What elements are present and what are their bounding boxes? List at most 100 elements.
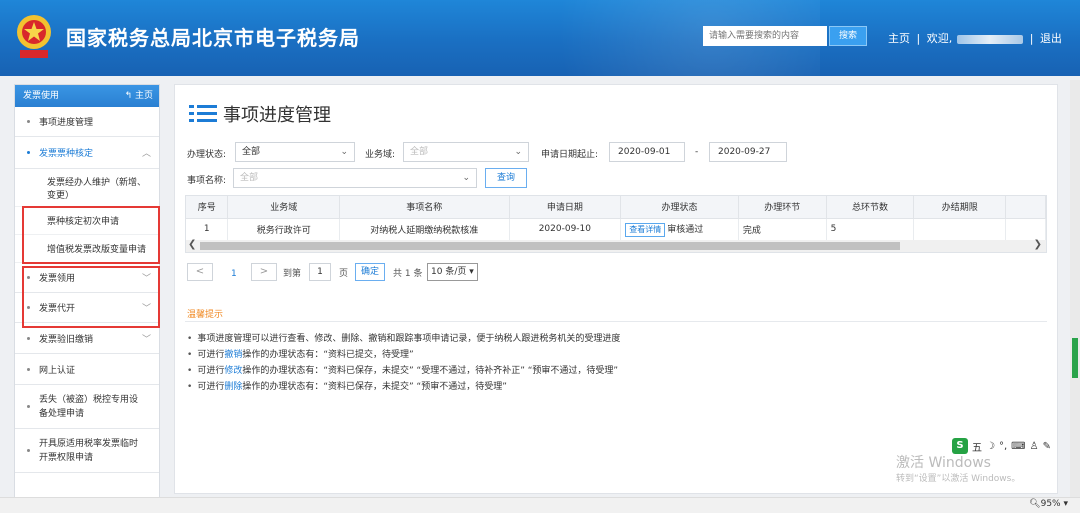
goto-confirm-button[interactable]: 确定: [355, 263, 385, 281]
search-input[interactable]: [703, 26, 827, 46]
sidebar-subitem-handler[interactable]: 发票经办人维护（新增、变更）: [15, 169, 159, 207]
sidebar-subitem-first-application[interactable]: 票种核定初次申请: [15, 207, 159, 235]
user-name-redacted: [957, 34, 1024, 44]
tip-text: 操作的办理状态有：“资料已保存，未提交” “预审不通过，待受理”: [242, 382, 507, 392]
tip-text: 可进行: [197, 350, 225, 360]
chevron-down-icon: ﹀: [141, 304, 151, 314]
total-count: 共 1 条: [393, 269, 423, 279]
punctuation-icon[interactable]: °,: [999, 441, 1007, 452]
tip-text: 操作的办理状态有：“资料已保存，未提交” “受理不通过，待补齐补正” “预审不通…: [242, 366, 619, 376]
date-start-input[interactable]: 2020-09-01: [609, 142, 685, 162]
logout-link[interactable]: 退出: [1040, 32, 1062, 45]
column-header: 业务域: [227, 196, 341, 219]
sidebar: 发票使用 ↰ 主页 事项进度管理 发票票种核定 ︿ 发票经办人维护（新增、变更）…: [14, 84, 160, 504]
tip-text: 事项进度管理可以进行查看、修改、删除、撤销和跟踪事项申请记录，便于纳税人跟进税务…: [197, 334, 621, 344]
date-end-input[interactable]: 2020-09-27: [709, 142, 787, 162]
page-title: 事项进度管理: [223, 105, 331, 126]
zoom-level[interactable]: 🔍︎95% ▾: [1029, 499, 1068, 509]
tips-title: 温馨提示: [187, 310, 224, 320]
tips-divider: [185, 321, 1047, 322]
page-vertical-scrollbar[interactable]: [1070, 80, 1080, 510]
sidebar-item-label: 网上认证: [39, 365, 76, 376]
sidebar-header: 发票使用 ↰ 主页: [15, 85, 159, 107]
sidebar-header-label: 发票使用: [23, 91, 60, 101]
item-name-select[interactable]: 全部 ⌄: [233, 168, 477, 188]
scroll-left-icon[interactable]: ❮: [188, 239, 196, 250]
sidebar-item-online-auth[interactable]: 网上认证: [15, 354, 159, 385]
home-link[interactable]: 主页: [888, 32, 910, 45]
column-header: 办理环节: [738, 196, 827, 219]
top-header: 国家税务总局北京市电子税务局 搜索 主页 | 欢迎, | 退出: [0, 0, 1080, 76]
status-text: 审核通过: [667, 224, 704, 235]
sidebar-subitem-label: 票种核定初次申请: [47, 217, 120, 227]
goto-page-input[interactable]: 1: [309, 263, 331, 281]
sidebar-item-lost-device[interactable]: 丢失（被盗）税控专用设备处理申请: [15, 385, 159, 429]
bullet-icon: [27, 449, 30, 452]
chevron-down-icon: ⌄: [340, 147, 348, 157]
sidebar-item-label: 丢失（被盗）税控专用设备处理申请: [39, 394, 139, 419]
sidebar-item-temp-permission[interactable]: 开具原适用税率发票临时开票权限申请: [15, 429, 159, 473]
column-header: 事项名称: [339, 196, 510, 219]
prev-page-button[interactable]: <: [187, 263, 213, 281]
column-header: 办结期限: [913, 196, 1007, 219]
table-header-row: 序号 业务域 事项名称 申请日期 办理状态 办理环节 总环节数 办结期限: [186, 196, 1046, 219]
sidebar-item-invoice-proxy[interactable]: 发票代开 ﹀: [15, 293, 159, 323]
top-links: 主页 | 欢迎, | 退出: [888, 30, 1065, 46]
tips-list: 事项进度管理可以进行查看、修改、删除、撤销和跟踪事项申请记录，便于纳税人跟进税务…: [187, 331, 620, 395]
status-select[interactable]: 全部 ⌄: [235, 142, 355, 162]
sidebar-home-label: 主页: [134, 91, 153, 101]
sidebar-subitem-format-change[interactable]: 增值税发票改版变量申请: [15, 235, 159, 263]
wrench-icon[interactable]: ✎: [1043, 441, 1051, 452]
tip-item: 可进行修改操作的办理状态有：“资料已保存，未提交” “受理不通过，待补齐补正” …: [187, 363, 620, 379]
page-unit: 页: [339, 269, 349, 279]
tip-text: 可进行: [197, 366, 225, 376]
domain-select[interactable]: 全部 ⌄: [403, 142, 529, 162]
tip-highlight: 撤销: [224, 350, 243, 360]
search-button[interactable]: 搜索: [829, 26, 867, 46]
scrollbar-thumb[interactable]: [1072, 338, 1078, 378]
site-title: 国家税务总局北京市电子税务局: [66, 26, 360, 50]
chevron-down-icon: ﹀: [141, 334, 151, 345]
sidebar-item-invoice-type[interactable]: 发票票种核定 ︿: [15, 137, 159, 169]
sidebar-home-link[interactable]: ↰ 主页: [125, 85, 153, 107]
page-size-select[interactable]: 10 条/页 ▾: [427, 263, 478, 281]
bullet-icon: [27, 405, 30, 408]
domain-label: 业务域:: [365, 150, 396, 160]
query-button[interactable]: 查询: [485, 168, 527, 188]
cell-item-name: 对纳税人延期缴纳税款核准: [339, 218, 510, 241]
tip-item: 可进行撤销操作的办理状态有：“资料已提交，待受理”: [187, 347, 620, 363]
tip-item: 事项进度管理可以进行查看、修改、删除、撤销和跟踪事项申请记录，便于纳税人跟进税务…: [187, 331, 620, 347]
scroll-right-icon[interactable]: ❯: [1034, 239, 1042, 250]
scrollbar-thumb[interactable]: [200, 242, 900, 250]
moon-icon[interactable]: ☽: [986, 441, 995, 452]
bullet-icon: [27, 306, 30, 309]
cell-stage: 完成: [738, 218, 827, 241]
back-arrow-icon: ↰: [124, 91, 135, 101]
activation-watermark-hint: 转到“设置”以激活 Windows。: [896, 474, 1021, 484]
sidebar-item-invoice-cancel[interactable]: 发票验旧缴销 ﹀: [15, 323, 159, 354]
chevron-down-icon: ⌄: [462, 173, 470, 183]
sidebar-item-label: 发票验旧缴销: [39, 334, 94, 345]
current-page[interactable]: 1: [231, 265, 237, 283]
sidebar-item-label: 发票票种核定: [39, 149, 94, 159]
table-row: 1 税务行政许可 对纳税人延期缴纳税款核准 2020-09-10 查看详情 审核通…: [186, 218, 1046, 241]
view-detail-button[interactable]: 查看详情: [625, 222, 666, 237]
sidebar-item-progress[interactable]: 事项进度管理: [15, 107, 159, 137]
chevron-down-icon: ﹀: [141, 274, 151, 284]
sidebar-item-invoice-claim[interactable]: 发票领用 ﹀: [15, 263, 159, 293]
browser-status-bar: 🔍︎95% ▾: [0, 497, 1080, 513]
next-page-button[interactable]: >: [251, 263, 277, 281]
tip-highlight: 删除: [224, 382, 243, 392]
domain-select-value: 全部: [410, 147, 429, 157]
welcome-text: 欢迎,: [926, 32, 953, 45]
zoom-icon: 🔍︎: [1029, 499, 1041, 509]
date-separator: -: [695, 147, 699, 157]
keyboard-icon[interactable]: ⌨: [1011, 441, 1025, 452]
cell-status: 查看详情 审核通过: [620, 218, 739, 241]
user-icon[interactable]: ♙: [1030, 441, 1039, 452]
goto-label: 到第: [283, 269, 302, 279]
sidebar-subitem-label: 增值税发票改版变量申请: [47, 245, 147, 255]
horizontal-scrollbar[interactable]: ❮ ❯: [186, 239, 1046, 252]
tip-text: 可进行: [197, 382, 225, 392]
bullet-icon: [27, 276, 30, 279]
